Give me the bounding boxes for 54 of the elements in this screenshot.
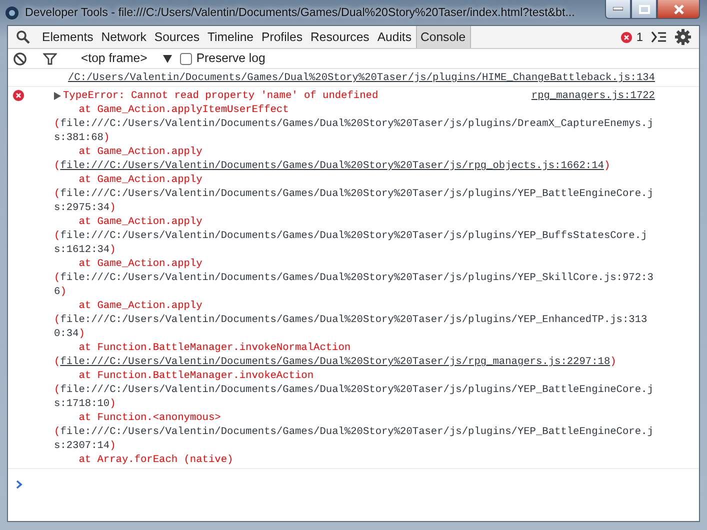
stack-location: (file:///C:/Users/Valentin/Documents/Games/Dual%20Story%20Taser/js/plugins/YEP_BuffsStatesCore.js:1612:34) bbox=[54, 229, 648, 257]
tab[interactable]: Sources bbox=[150, 26, 204, 48]
window-title: Developer Tools - file:///C:/Users/Valentin/Documents/Games/Dual%20Story%20Taser/index.html?test&bt... bbox=[25, 4, 576, 21]
tab[interactable]: Profiles bbox=[258, 26, 307, 48]
maximize-icon bbox=[638, 4, 650, 14]
stack-frame: at Game_Action.apply bbox=[54, 215, 658, 229]
expand-caret-icon[interactable] bbox=[54, 92, 61, 100]
stack-location: (file:///C:/Users/Valentin/Documents/Games/Dual%20Story%20Taser/js/plugins/YEP_EnhancedTP.js:3130:34) bbox=[54, 313, 648, 341]
error-icon bbox=[621, 32, 632, 42]
stack-location: (file:///C:/Users/Valentin/Documents/Games/Dual%20Story%20Taser/js/plugins/DreamX_CaptureEnemys.js:381:68) bbox=[54, 117, 654, 145]
stack-location: (file:///C:/Users/Valentin/Documents/Games/Dual%20Story%20Taser/js/rpg_managers.js:2297:18) bbox=[54, 355, 618, 369]
minimize-icon bbox=[613, 7, 623, 11]
tab[interactable]: Console bbox=[416, 26, 471, 48]
stack-location: (file:///C:/Users/Valentin/Documents/Games/Dual%20Story%20Taser/js/plugins/YEP_SkillCore.js:972:36) bbox=[54, 271, 654, 299]
settings-icon[interactable] bbox=[675, 29, 691, 45]
close-icon bbox=[672, 4, 684, 14]
app-icon bbox=[5, 6, 19, 20]
source-link[interactable]: file:///C:/Users/Valentin/Documents/Games/Dual%20Story%20Taser/js/rpg_objects.js:1662:14 bbox=[60, 160, 604, 172]
stack-frame: at Game_Action.apply bbox=[54, 145, 658, 159]
tab[interactable]: Audits bbox=[373, 26, 416, 48]
stack-frame: at Game_Action.applyItemUserEffect bbox=[54, 103, 658, 117]
stack-frame: at Array.forEach (native) bbox=[54, 453, 658, 467]
context-selector[interactable]: <top frame> bbox=[81, 49, 148, 68]
error-message: TypeError: Cannot read property 'name' of undefined bbox=[63, 89, 378, 103]
dropdown-caret-icon[interactable] bbox=[163, 54, 172, 62]
stack-location: (file:///C:/Users/Valentin/Documents/Games/Dual%20Story%20Taser/js/plugins/YEP_BattleEngineCore.js:2307:14) bbox=[54, 425, 654, 453]
source-link[interactable]: rpg_managers.js:1722 bbox=[531, 89, 655, 103]
preserve-log-label: Preserve log bbox=[196, 50, 266, 68]
error-icon bbox=[13, 90, 24, 101]
minimize-button[interactable] bbox=[605, 0, 631, 19]
search-icon[interactable] bbox=[16, 30, 30, 44]
stack-location: (file:///C:/Users/Valentin/Documents/Games/Dual%20Story%20Taser/js/rpg_objects.js:1662:14) bbox=[54, 159, 612, 173]
stack-frame: at Game_Action.apply bbox=[54, 173, 658, 187]
stack-frame: at Function.BattleManager.invokeAction bbox=[54, 369, 658, 383]
tab[interactable]: Resources bbox=[306, 26, 374, 48]
stack-frame: at Game_Action.apply bbox=[54, 257, 658, 271]
filter-icon[interactable] bbox=[43, 52, 57, 66]
maximize-button[interactable] bbox=[631, 0, 657, 19]
error-counter[interactable]: 1 bbox=[621, 28, 643, 46]
stack-frame: at Game_Action.apply bbox=[54, 299, 658, 313]
preserve-log-checkbox[interactable] bbox=[180, 52, 192, 64]
prompt-icon[interactable] bbox=[16, 480, 23, 490]
tab[interactable]: Timeline bbox=[204, 26, 258, 48]
stack-frame: at Function.<anonymous> bbox=[54, 411, 658, 425]
stack-location: (file:///C:/Users/Valentin/Documents/Games/Dual%20Story%20Taser/js/plugins/YEP_BattleEngineCore.js:2975:34) bbox=[54, 187, 654, 215]
close-button[interactable] bbox=[657, 0, 700, 19]
drawer-icon[interactable] bbox=[651, 31, 667, 43]
stack-frame: at Function.BattleManager.invokeNormalAction bbox=[54, 341, 658, 355]
tab[interactable]: Elements bbox=[38, 26, 98, 48]
source-link[interactable]: /C:/Users/Valentin/Documents/Games/Dual%20Story%20Taser/js/plugins/HIME_ChangeBattleback.js:134 bbox=[68, 71, 655, 85]
stack-location: (file:///C:/Users/Valentin/Documents/Games/Dual%20Story%20Taser/js/plugins/YEP_BattleEngineCore.js:1718:10) bbox=[54, 383, 654, 411]
source-link[interactable]: file:///C:/Users/Valentin/Documents/Games/Dual%20Story%20Taser/js/rpg_managers.js:2297:18 bbox=[60, 356, 610, 368]
tab[interactable]: Network bbox=[97, 26, 150, 48]
clear-icon[interactable] bbox=[13, 52, 27, 66]
